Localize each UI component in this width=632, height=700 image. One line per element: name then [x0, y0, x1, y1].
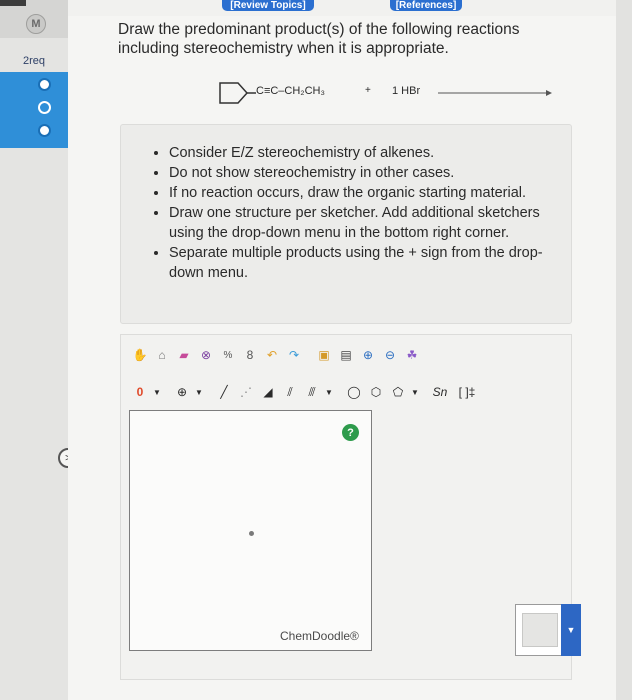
cyclopropane-icon[interactable]: ◯: [344, 382, 364, 402]
top-strip: [68, 0, 616, 16]
dropdown-preview: [522, 613, 558, 647]
rail-top-bar: [0, 0, 26, 6]
cyclopentane-icon[interactable]: ⬠: [388, 382, 408, 402]
cyclopentyl-ring-icon: [219, 82, 256, 104]
question-text: Draw the predominant product(s) of the f…: [118, 21, 520, 57]
reaction-arrow-icon: [438, 90, 552, 96]
reaction-scheme: C≡C–CH₂CH₃ + 1 HBr: [212, 80, 557, 106]
zoom-in-icon[interactable]: ⊕: [358, 345, 378, 365]
ring-template-icon[interactable]: ⊗: [196, 345, 216, 365]
hash-bond-icon[interactable]: ⋰: [236, 382, 256, 402]
toolbar-bottom: 0 ▼ ⊕ ▼ ╱ ⋰ ◢ ⫽ ⫻ ▼ ◯ ⬡ ⬠ ▼ Sn [ ]‡: [130, 381, 484, 403]
instruction-item: Consider E/Z stereochemistry of alkenes.: [169, 143, 555, 163]
chevron-down-icon[interactable]: ▼: [410, 382, 420, 402]
tab-references[interactable]: [References]: [390, 0, 462, 11]
progress-panel: [0, 72, 68, 148]
chevron-down-icon[interactable]: ▼: [324, 382, 334, 402]
copy-icon[interactable]: ▣: [314, 345, 334, 365]
m-badge-icon: M: [26, 14, 46, 34]
chemdoodle-brand: ChemDoodle®: [280, 629, 359, 643]
charge-tool[interactable]: 0: [130, 382, 150, 402]
help-icon[interactable]: ?: [342, 424, 359, 441]
toolbar-top: ✋ ⌂ ▰ ⊗ % 8 ↶ ↷ ▣ ▤ ⊕ ⊖ ☘: [130, 344, 424, 366]
instruction-item: Separate multiple products using the + s…: [169, 243, 555, 283]
progress-ring-icon[interactable]: [38, 101, 51, 114]
chevron-down-icon[interactable]: ▼: [152, 382, 162, 402]
double-bond-icon[interactable]: ⫽: [280, 382, 300, 402]
redo-icon[interactable]: ↷: [284, 345, 304, 365]
paste-icon[interactable]: ▤: [336, 345, 356, 365]
scale-icon[interactable]: 8: [240, 345, 260, 365]
plus-sign: +: [365, 85, 371, 96]
undo-icon[interactable]: ↶: [262, 345, 282, 365]
instructions-box: Consider E/Z stereochemistry of alkenes.…: [120, 124, 572, 324]
chevron-down-icon[interactable]: ▼: [561, 604, 581, 656]
instruction-item: Draw one structure per sketcher. Add add…: [169, 203, 555, 243]
wedge-bond-icon[interactable]: ◢: [258, 382, 278, 402]
instruction-item: If no reaction occurs, draw the organic …: [169, 183, 555, 203]
canvas-point: [249, 531, 254, 536]
charge-plus-tool[interactable]: ⊕: [172, 382, 192, 402]
right-edge: [616, 0, 632, 700]
sn-tool[interactable]: Sn: [430, 382, 450, 402]
benzene-icon[interactable]: ⬡: [366, 382, 386, 402]
lasso-icon[interactable]: ⌂: [152, 345, 172, 365]
hand-icon[interactable]: ✋: [130, 345, 150, 365]
bracket-tool[interactable]: [ ]‡: [452, 382, 482, 402]
tab-review-topics[interactable]: [Review Topics]: [222, 0, 314, 11]
zoom-ratio-icon[interactable]: %: [218, 345, 238, 365]
reagent-label: 1 HBr: [392, 85, 421, 97]
clean-icon[interactable]: ☘: [402, 345, 422, 365]
triple-bond-icon[interactable]: ⫻: [302, 382, 322, 402]
sidebar-item-req[interactable]: 2req: [0, 50, 68, 72]
single-bond-icon[interactable]: ╱: [214, 382, 234, 402]
chevron-down-icon[interactable]: ▼: [194, 382, 204, 402]
substrate-label: C≡C–CH₂CH₃: [256, 85, 325, 97]
instruction-item: Do not show stereochemistry in other cas…: [169, 163, 555, 183]
eraser-icon[interactable]: ▰: [174, 345, 194, 365]
progress-dot-icon[interactable]: [38, 78, 51, 91]
progress-dot-icon[interactable]: [38, 124, 51, 137]
zoom-out-icon[interactable]: ⊖: [380, 345, 400, 365]
